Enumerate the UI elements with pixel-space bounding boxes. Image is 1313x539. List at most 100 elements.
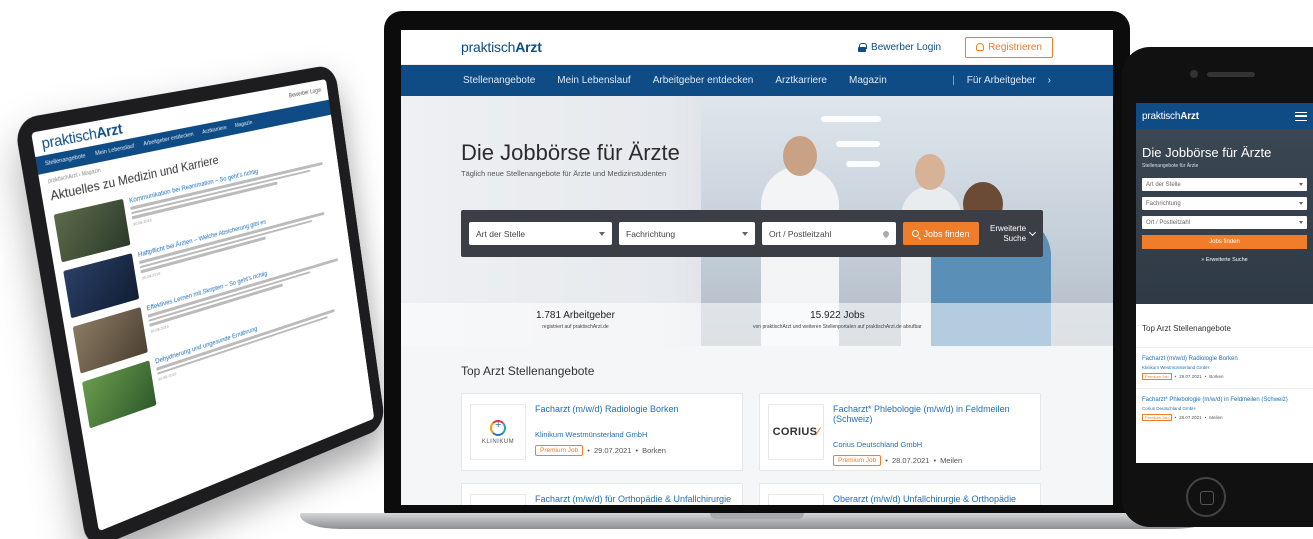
stat-number: 1.781 Arbeitgeber xyxy=(536,310,615,321)
phone-camera xyxy=(1190,70,1198,78)
job-city: Meilen xyxy=(940,456,963,465)
job-city: Meilen xyxy=(1209,415,1223,420)
login-link[interactable]: Bewerber Login xyxy=(858,42,941,53)
job-date: 29.07.2021 xyxy=(593,446,632,455)
chevron-down-icon xyxy=(1028,228,1037,236)
company-logo xyxy=(470,494,526,505)
hamburger-menu-icon[interactable] xyxy=(1295,111,1307,121)
phone-job-title[interactable]: Facharzt* Phlebologie (m/w/d) in Feldmei… xyxy=(1142,397,1307,403)
chevron-down-icon xyxy=(1299,221,1303,224)
job-title[interactable]: Oberarzt (m/w/d) Unfallchirurgie & Ortho… xyxy=(833,494,1032,504)
phone-advanced-search-link[interactable]: » Erweiterte Suche xyxy=(1142,257,1307,263)
register-button[interactable]: Registrieren xyxy=(965,36,1053,58)
laptop-device: praktischArzt Bewerber Login Registriere… xyxy=(384,11,1130,515)
main-nav: Stellenangebote Mein Lebenslauf Arbeitge… xyxy=(401,65,1113,96)
tablet-device: praktischArzt Bewerber Login Stellenange… xyxy=(0,60,420,539)
site-header: praktischArzt Bewerber Login Registriere… xyxy=(401,30,1113,65)
specialty-select[interactable]: Fachrichtung xyxy=(619,222,755,245)
phone-specialty-select[interactable]: Fachrichtung xyxy=(1142,197,1307,210)
chevron-down-icon xyxy=(1299,183,1303,186)
stat-jobs: 15.922 Jobs von praktischArzt und weiter… xyxy=(753,310,922,330)
klinikum-logo-icon xyxy=(490,419,506,436)
phone-find-jobs-button[interactable]: Jobs finden xyxy=(1142,235,1307,249)
phone-home-button[interactable] xyxy=(1186,477,1226,517)
phone-header: praktischArzt xyxy=(1136,103,1313,129)
phone-logo[interactable]: praktischArzt xyxy=(1142,111,1199,122)
advanced-search-label-2: Suche xyxy=(1003,233,1027,243)
job-card[interactable]: Oberarzt (m/w/d) Unfallchirurgie & Ortho… xyxy=(759,483,1041,505)
job-date: 28.07.2021 xyxy=(1179,415,1202,420)
tablet-nav-item[interactable]: Arztkarriere xyxy=(202,125,227,136)
phone-job-card[interactable]: Facharzt (m/w/d) Radiologie Borken Klini… xyxy=(1136,347,1313,388)
chevron-down-icon xyxy=(1299,202,1303,205)
phone-hero-subtitle: Stellenangebote für Ärzte xyxy=(1142,163,1199,169)
location-input[interactable]: Ort / Postleitzahl xyxy=(762,222,896,245)
user-icon xyxy=(976,43,985,51)
laptop-screen: praktischArzt Bewerber Login Registriere… xyxy=(401,30,1113,505)
phone-position-select[interactable]: Art der Stelle xyxy=(1142,178,1307,191)
laptop-notch xyxy=(710,513,804,519)
advanced-search-toggle[interactable]: Erweiterte Suche xyxy=(990,223,1037,244)
job-title[interactable]: Facharzt (m/w/d) Radiologie Borken xyxy=(535,404,734,414)
section-title: Top Arzt Stellenangebote xyxy=(461,364,595,378)
phone-section-title: Top Arzt Stellenangebote xyxy=(1142,324,1231,333)
phone-screen: praktischArzt Die Jobbörse für Ärzte Ste… xyxy=(1136,103,1313,463)
phone-device: praktischArzt Die Jobbörse für Ärzte Ste… xyxy=(1122,47,1313,527)
location-pin-icon xyxy=(881,229,891,238)
nav-item-arztkarriere[interactable]: Arztkarriere xyxy=(775,75,827,86)
chevron-down-icon xyxy=(742,231,748,236)
premium-badge: Premium Job xyxy=(833,455,882,466)
phone-location-input[interactable]: Ort / Postleitzahl xyxy=(1142,216,1307,229)
company-logo-text: CORIUS⁄ xyxy=(772,426,820,438)
tablet-nav-item[interactable]: Magazin xyxy=(235,120,253,129)
job-date: 28.07.2021 xyxy=(891,456,930,465)
tablet-login-link[interactable]: Bewerber Login xyxy=(289,88,322,100)
hero-section: Die Jobbörse für Ärzte Täglich neue Stel… xyxy=(401,96,1113,346)
stats-band: 1.781 Arbeitgeber registriert auf prakti… xyxy=(401,303,1113,346)
job-card[interactable]: Facharzt (m/w/d) für Orthopädie & Unfall… xyxy=(461,483,743,505)
specialty-select-value: Fachrichtung xyxy=(626,228,676,239)
position-select[interactable]: Art der Stelle xyxy=(469,222,612,245)
job-title[interactable]: Facharzt* Phlebologie (m/w/d) in Feldmei… xyxy=(833,404,1032,424)
job-date: 29.07.2021 xyxy=(1179,374,1202,379)
job-card[interactable]: KLINIKUM Facharzt (m/w/d) Radiologie Bor… xyxy=(461,393,743,471)
position-select-value: Art der Stelle xyxy=(476,228,526,239)
lock-icon xyxy=(858,42,868,52)
phone-job-company[interactable]: Klinikum Westmünsterland GmbH xyxy=(1142,365,1307,370)
company-logo: KLINIKUM xyxy=(470,404,526,460)
job-company[interactable]: Klinikum Westmünsterland GmbH xyxy=(535,430,734,439)
stat-label: von praktischArzt und weiteren Stellenpo… xyxy=(753,324,922,330)
nav-item-stellenangebote[interactable]: Stellenangebote xyxy=(463,75,535,86)
advanced-search-label-1: Erweiterte xyxy=(990,223,1027,233)
employer-label: Für Arbeitgeber xyxy=(966,75,1036,86)
nav-separator: | xyxy=(952,75,955,86)
stat-label: registriert auf praktischArzt.de xyxy=(542,324,609,330)
register-label: Registrieren xyxy=(988,41,1042,53)
phone-job-title[interactable]: Facharzt (m/w/d) Radiologie Borken xyxy=(1142,356,1307,362)
phone-hero: Die Jobbörse für Ärzte Stellenangebote f… xyxy=(1136,129,1313,304)
find-jobs-button[interactable]: Jobs finden xyxy=(903,222,979,245)
phone-job-company[interactable]: Corius Deutschland GmbH xyxy=(1142,406,1307,411)
site-logo[interactable]: praktischArzt xyxy=(461,39,542,55)
job-city: Borken xyxy=(1209,374,1224,379)
phone-job-card[interactable]: Facharzt* Phlebologie (m/w/d) in Feldmei… xyxy=(1136,388,1313,429)
job-company[interactable]: Corius Deutschland GmbH xyxy=(833,440,1032,449)
company-logo: CORIUS⁄ xyxy=(768,404,824,460)
nav-item-magazin[interactable]: Magazin xyxy=(849,75,887,86)
location-placeholder: Ort / Postleitzahl xyxy=(769,228,832,239)
nav-item-arbeitgeber[interactable]: Arbeitgeber entdecken xyxy=(653,75,754,86)
search-icon xyxy=(912,230,920,237)
job-card[interactable]: CORIUS⁄ Facharzt* Phlebologie (m/w/d) in… xyxy=(759,393,1041,471)
hero-title: Die Jobbörse für Ärzte xyxy=(461,140,680,165)
hero-subtitle: Täglich neue Stellenangebote für Ärzte u… xyxy=(461,169,667,178)
find-jobs-label: Jobs finden xyxy=(923,228,970,239)
tablet-frame: praktischArzt Bewerber Login Stellenange… xyxy=(13,64,386,539)
nav-item-lebenslauf[interactable]: Mein Lebenslauf xyxy=(557,75,630,86)
top-jobs-section: Top Arzt Stellenangebote KLINIKUM Fachar… xyxy=(401,346,1113,505)
chevron-right-icon: › xyxy=(1047,75,1051,86)
job-title[interactable]: Facharzt (m/w/d) für Orthopädie & Unfall… xyxy=(535,494,734,504)
phone-speaker xyxy=(1207,72,1255,77)
company-logo-text: KLINIKUM xyxy=(481,438,515,445)
employer-link[interactable]: | Für Arbeitgeber › xyxy=(952,75,1051,86)
premium-badge: Premium Job xyxy=(1142,414,1172,421)
